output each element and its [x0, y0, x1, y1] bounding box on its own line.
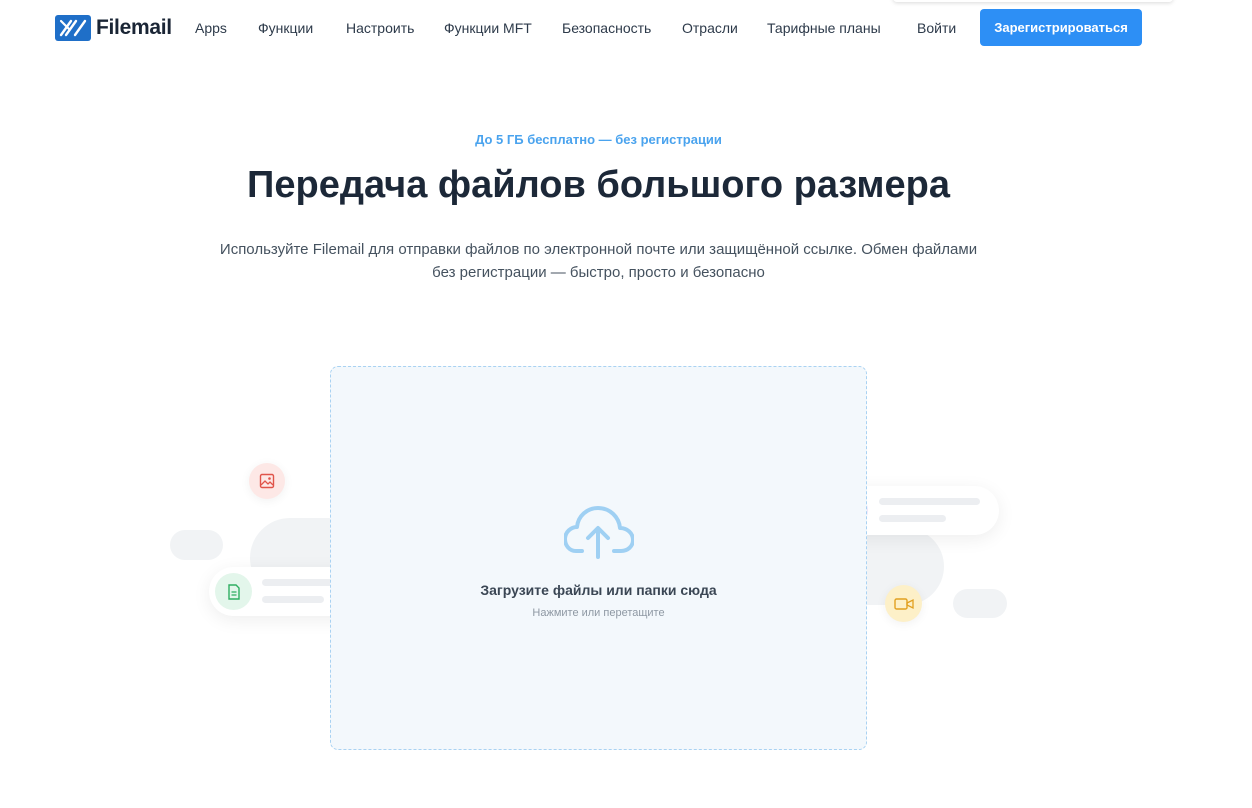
cloud-upload-icon — [563, 505, 635, 564]
nav-item-features[interactable]: Функции — [258, 20, 313, 36]
nav-item-mft[interactable]: Функции MFT — [444, 20, 532, 36]
upload-title: Загрузите файлы или папки сюда — [480, 582, 717, 598]
nav-item-security[interactable]: Безопасность — [562, 20, 651, 36]
subtitle-line-2: без регистрации — быстро, просто и безоп… — [432, 264, 765, 281]
placeholder-bar — [879, 515, 946, 522]
free-limit-tagline: До 5 ГБ бесплатно — без регистрации — [475, 132, 722, 147]
subtitle-line-1: Используйте Filemail для отправки файлов… — [219, 241, 978, 258]
filemail-logo-icon — [55, 15, 91, 41]
site-header: Filemail Apps Функции Настроить Функции … — [0, 0, 1252, 56]
upload-hint: Нажмите или перетащите — [532, 607, 665, 619]
image-icon — [249, 463, 285, 499]
register-button[interactable]: Зарегистрироваться — [980, 9, 1142, 46]
decor-blob — [953, 589, 1007, 618]
page-subtitle: Используйте Filemail для отправки файлов… — [210, 238, 987, 284]
nav-item-customize[interactable]: Настроить — [346, 20, 414, 36]
nav-item-apps[interactable]: Apps — [195, 20, 227, 36]
upload-dropzone[interactable]: Загрузите файлы или папки сюда Нажмите и… — [330, 366, 867, 750]
page-title: Передача файлов большого размера — [247, 164, 950, 206]
placeholder-bar — [879, 498, 980, 505]
video-icon — [885, 585, 922, 622]
logo-text: Filemail — [96, 16, 172, 39]
top-overlay-edge — [893, 0, 1173, 2]
placeholder-bar — [262, 596, 324, 603]
nav-item-pricing[interactable]: Тарифные планы — [767, 20, 881, 36]
logo[interactable]: Filemail — [55, 15, 172, 41]
login-link[interactable]: Войти — [917, 20, 956, 36]
document-icon — [215, 573, 252, 610]
decor-blob — [170, 530, 223, 560]
nav-item-industries[interactable]: Отрасли — [682, 20, 738, 36]
